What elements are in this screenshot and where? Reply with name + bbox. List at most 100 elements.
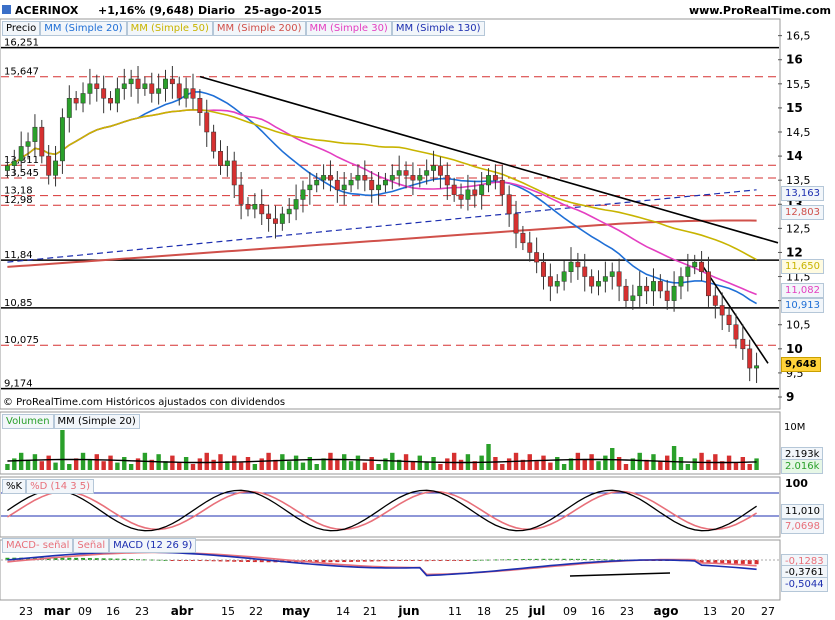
volume-bar: [410, 461, 416, 470]
volume-bar: [699, 452, 704, 470]
volume-bar: [60, 430, 65, 470]
candle-body: [197, 98, 203, 113]
candle-body: [211, 131, 217, 152]
macd-histogram-bar: [747, 560, 752, 565]
candle-body: [39, 126, 45, 157]
candle-body: [582, 266, 588, 277]
x-tick-label: 20: [731, 605, 745, 618]
legend-sma130[interactable]: MM (Simple 130): [391, 21, 485, 36]
volume-bar: [5, 464, 10, 470]
volume-bar: [135, 458, 141, 470]
volume-bar: [438, 464, 443, 470]
legend-volume[interactable]: Volumen: [2, 414, 54, 429]
candle-body: [706, 271, 711, 297]
volume-bar: [637, 452, 642, 470]
candle-body: [59, 117, 65, 162]
volume-bar: [500, 464, 505, 470]
candle-body: [602, 276, 608, 282]
legend-stoch-k[interactable]: %K: [2, 479, 27, 494]
volume-bar: [280, 454, 285, 470]
legend-sma200[interactable]: MM (Simple 200): [212, 21, 306, 36]
candle-body: [630, 295, 636, 301]
candle-body: [382, 179, 388, 186]
candle-body: [369, 179, 375, 191]
volume-bar: [493, 457, 498, 470]
candle-body: [376, 184, 382, 191]
value-tag-sma20: 10,913: [781, 298, 824, 313]
x-tick-label: 27: [761, 605, 775, 618]
volume-bar: [67, 464, 72, 470]
candle-body: [513, 213, 519, 234]
level-label: 9,174: [4, 379, 33, 390]
level-label: 10,85: [4, 298, 33, 309]
legend-macd-signal[interactable]: Señal: [73, 538, 110, 553]
candle-body: [575, 261, 581, 268]
candle-body: [307, 184, 313, 191]
legend-stoch-d[interactable]: %D (14 3 5): [26, 479, 95, 494]
candle-body: [18, 146, 24, 162]
volume-bar: [32, 454, 38, 470]
candle-body: [396, 170, 402, 176]
volume-bar: [527, 454, 532, 470]
volume-bar: [651, 454, 656, 470]
legend-macd-hist[interactable]: MACD- señal: [2, 538, 74, 553]
volume-bar: [582, 459, 587, 470]
volume-bar: [671, 446, 677, 470]
legend-sma30[interactable]: MM (Simple 30): [305, 21, 392, 36]
volume-bar: [190, 464, 196, 470]
volume-bar: [245, 457, 251, 470]
legend-volume-sma[interactable]: MM (Simple 20): [53, 414, 140, 429]
candle-body: [108, 98, 113, 104]
candle-body: [719, 305, 725, 316]
x-tick-label: 09: [78, 605, 92, 618]
volume-bar: [122, 457, 127, 470]
volume-bar: [658, 461, 663, 470]
volume-bar: [18, 452, 24, 470]
volume-bar: [342, 454, 347, 470]
value-tag-sma200: 12,803: [781, 205, 824, 220]
candle-body: [692, 261, 698, 268]
candle-body: [657, 281, 663, 292]
volume-bar: [314, 464, 319, 470]
legend-sma50[interactable]: MM (Simple 50): [126, 21, 213, 36]
legend-macd[interactable]: MACD (12 26 9): [109, 538, 197, 553]
value-tag-sma50: 11,650: [781, 259, 824, 274]
volume-bar: [362, 462, 368, 470]
volume-bar: [53, 462, 58, 470]
legend-sma20[interactable]: MM (Simple 20): [40, 21, 127, 36]
volume-bar: [348, 461, 354, 470]
candle-body: [321, 175, 327, 181]
volume-bar: [87, 459, 93, 470]
copyright-note: © ProRealTime.com Históricos ajustados c…: [3, 397, 286, 408]
candle-body: [547, 276, 553, 287]
x-tick-label: 14: [336, 605, 350, 618]
candle-body: [472, 189, 478, 195]
candle-body: [685, 266, 691, 277]
candle-body: [314, 179, 320, 186]
candle-body: [458, 194, 464, 200]
volume-bar: [486, 444, 491, 470]
volume-bar: [328, 452, 333, 470]
candle-body: [156, 88, 162, 94]
candle-body: [66, 98, 72, 118]
x-tick-label: jul: [528, 604, 546, 618]
candle-body: [348, 179, 354, 186]
x-tick-label: 23: [19, 605, 33, 618]
price-legend: Precio MM (Simple 20) MM (Simple 50) MM …: [2, 21, 485, 36]
candle-body: [341, 184, 347, 191]
volume-bar: [596, 461, 601, 470]
candle-body: [286, 208, 292, 215]
volume-bar: [754, 458, 759, 470]
volume-last-tag: 2.016k: [781, 459, 824, 474]
y-tick-label: 12,5: [786, 222, 811, 235]
y-tick-label: 15: [786, 101, 803, 115]
candle-body: [218, 151, 223, 166]
volume-bar: [548, 462, 553, 470]
candle-body: [596, 281, 601, 287]
macd-legend: MACD- señal Señal MACD (12 26 9): [2, 538, 197, 553]
x-tick-label: 23: [135, 605, 149, 618]
candle-body: [623, 285, 629, 301]
volume-legend: Volumen MM (Simple 20): [2, 414, 140, 429]
candle-body: [53, 160, 58, 176]
x-tick-label: abr: [171, 604, 194, 618]
